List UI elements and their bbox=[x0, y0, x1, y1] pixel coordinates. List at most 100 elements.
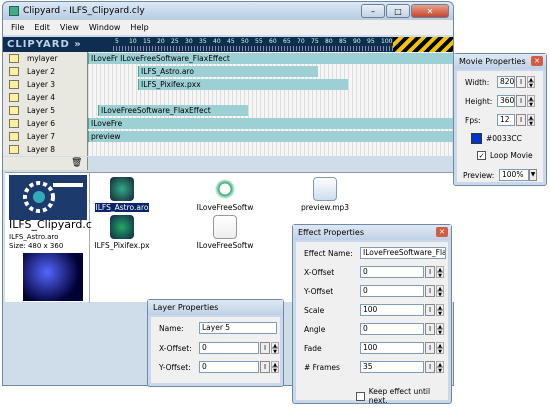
layer-name: Layer 8 bbox=[27, 145, 56, 154]
playhead-stripes bbox=[393, 37, 453, 52]
fps-field[interactable]: 12 bbox=[497, 114, 515, 126]
effect-param-spin-button[interactable]: I bbox=[425, 361, 435, 373]
keep-effect-label: Keep effect until next. bbox=[368, 387, 431, 405]
height-stepper[interactable]: ▲ ▼ bbox=[527, 95, 535, 108]
asset-effect[interactable]: ILoveFreeSoftw bbox=[190, 177, 260, 212]
keep-effect-checkbox[interactable] bbox=[356, 391, 365, 401]
layer-row[interactable]: Layer 8 bbox=[3, 143, 453, 156]
effect-param-field[interactable]: 100 bbox=[360, 342, 424, 354]
asset-pixifex[interactable]: ILFS_Pixifex.px bbox=[87, 215, 157, 250]
astro-icon bbox=[110, 177, 134, 201]
timeline-clip[interactable]: ILoveFreeSoftware_FlaxEffect bbox=[98, 105, 248, 116]
layer-visibility-toggle[interactable] bbox=[9, 67, 19, 76]
fps-label: Fps: bbox=[465, 115, 481, 125]
effect-param-field[interactable]: 0 bbox=[360, 266, 424, 278]
timeline-clip[interactable]: ILoveFre bbox=[88, 118, 453, 129]
layer-visibility-toggle[interactable] bbox=[9, 145, 19, 154]
effect-param-stepper[interactable]: ▲ ▼ bbox=[436, 304, 444, 317]
height-field[interactable]: 360 bbox=[497, 95, 515, 107]
layer-row[interactable]: Layer 7 preview bbox=[3, 130, 453, 143]
layer-track[interactable]: ILFS_Astro.aro bbox=[88, 65, 453, 78]
timeline-clip[interactable]: preview bbox=[88, 131, 453, 142]
layer-track[interactable]: preview bbox=[88, 130, 453, 143]
loop-movie-checkbox[interactable]: ✓ bbox=[477, 151, 486, 160]
timeline-clip[interactable]: ILFS_Astro.aro bbox=[138, 66, 318, 77]
fps-spin-button[interactable]: I bbox=[516, 114, 526, 126]
minimize-button[interactable]: – bbox=[361, 4, 385, 18]
effect-param-spin-button[interactable]: I bbox=[425, 342, 435, 354]
layer-track[interactable] bbox=[88, 91, 453, 104]
layer-row[interactable]: Layer 6 ILoveFre bbox=[3, 117, 453, 130]
layer-name: mylayer bbox=[27, 54, 58, 63]
layer-row[interactable]: Layer 3 ILFS_Pixifex.pxx bbox=[3, 78, 453, 91]
effect-param-spin-button[interactable]: I bbox=[425, 304, 435, 316]
height-spin-button[interactable]: I bbox=[516, 95, 526, 107]
effect-dialog-close[interactable]: ✕ bbox=[436, 227, 448, 237]
movie-dialog-close[interactable]: ✕ bbox=[531, 56, 543, 66]
layer-y-field[interactable]: 0 bbox=[199, 361, 259, 373]
effect-name-field[interactable]: ILoveFreeSoftware_Fla bbox=[360, 247, 446, 259]
asset-document[interactable]: ILoveFreeSoftw bbox=[190, 215, 260, 250]
timeline-clip[interactable]: ILFS_Pixifex.pxx bbox=[138, 79, 348, 90]
clipyard-logo: CLIPYARD » bbox=[7, 39, 82, 50]
fps-stepper[interactable]: ▲ ▼ bbox=[527, 114, 535, 127]
effect-param-stepper[interactable]: ▲ ▼ bbox=[436, 323, 444, 336]
trash-icon[interactable]: 🗑 bbox=[71, 158, 82, 168]
width-field[interactable]: 820 bbox=[497, 76, 515, 88]
layer-row[interactable]: Layer 4 bbox=[3, 91, 453, 104]
close-button[interactable]: ✕ bbox=[411, 4, 449, 18]
layer-name: Layer 2 bbox=[27, 67, 56, 76]
layer-y-spin-button[interactable]: I bbox=[260, 361, 270, 373]
menu-window[interactable]: Window bbox=[89, 23, 121, 32]
audio-icon bbox=[313, 177, 337, 201]
menu-edit[interactable]: Edit bbox=[34, 23, 50, 32]
layer-visibility-toggle[interactable] bbox=[9, 106, 19, 115]
width-spin-button[interactable]: I bbox=[516, 76, 526, 88]
asset-astro[interactable]: ILFS_Astro.aro bbox=[87, 177, 157, 212]
layer-visibility-toggle[interactable] bbox=[9, 80, 19, 89]
layer-track[interactable]: ILoveFre bbox=[88, 117, 453, 130]
menu-file[interactable]: File bbox=[11, 23, 24, 32]
effect-param-field[interactable]: 100 bbox=[360, 304, 424, 316]
effect-param-stepper[interactable]: ▲ ▼ bbox=[436, 285, 444, 298]
color-swatch[interactable] bbox=[471, 133, 482, 144]
effect-param-stepper[interactable]: ▲ ▼ bbox=[436, 342, 444, 355]
layer-properties-dialog: Layer Properties Name: Layer 5 X-Offset: 0… bbox=[147, 299, 284, 387]
menu-help[interactable]: Help bbox=[130, 23, 148, 32]
layer-track[interactable]: ILFS_Pixifex.pxx bbox=[88, 78, 453, 91]
chevron-down-icon[interactable]: ▼ bbox=[529, 169, 537, 181]
effect-param-stepper[interactable]: ▲ ▼ bbox=[436, 361, 444, 374]
asset-audio[interactable]: preview.mp3 bbox=[290, 177, 360, 212]
effect-param-spin-button[interactable]: I bbox=[425, 323, 435, 335]
layer-row[interactable]: Layer 5 ILoveFreeSoftware_FlaxEffect bbox=[3, 104, 453, 117]
effect-param-field[interactable]: 0 bbox=[360, 323, 424, 335]
layer-x-spin-button[interactable]: I bbox=[260, 342, 270, 354]
layer-track[interactable]: ILoveFreeSoftware_FlaxEffect bbox=[88, 104, 453, 117]
layer-name-field[interactable]: Layer 5 bbox=[199, 322, 277, 334]
layer-row[interactable]: Layer 2 ILFS_Astro.aro bbox=[3, 65, 453, 78]
width-stepper[interactable]: ▲ ▼ bbox=[527, 76, 535, 89]
maximize-button[interactable]: □ bbox=[386, 4, 410, 18]
menu-view[interactable]: View bbox=[60, 23, 79, 32]
ruler-tick-label: 30 bbox=[185, 38, 193, 45]
ruler-tick-label: 15 bbox=[143, 38, 151, 45]
effect-param-field[interactable]: 35 bbox=[360, 361, 424, 373]
layer-name: Layer 6 bbox=[27, 119, 56, 128]
layer-x-stepper[interactable]: ▲ ▼ bbox=[271, 342, 279, 355]
effect-param-spin-button[interactable]: I bbox=[425, 285, 435, 297]
timeline-clip[interactable]: ILoveFr ILoveFreeSoftware_FlaxEffect bbox=[88, 53, 453, 64]
layer-visibility-toggle[interactable] bbox=[9, 119, 19, 128]
layer-visibility-toggle[interactable] bbox=[9, 93, 19, 102]
effect-param-field[interactable]: 0 bbox=[360, 285, 424, 297]
layer-y-stepper[interactable]: ▲ ▼ bbox=[271, 361, 279, 374]
layer-track[interactable] bbox=[88, 143, 453, 156]
layer-row[interactable]: mylayer ILoveFr ILoveFreeSoftware_FlaxEff… bbox=[3, 52, 453, 65]
layer-visibility-toggle[interactable] bbox=[9, 132, 19, 141]
effect-param-stepper[interactable]: ▲ ▼ bbox=[436, 266, 444, 279]
preview-zoom-select[interactable]: 100% bbox=[499, 169, 529, 181]
window-title: Clipyard - ILFS_Clipyard.cly bbox=[23, 6, 145, 16]
layer-x-field[interactable]: 0 bbox=[199, 342, 259, 354]
layer-track[interactable]: ILoveFr ILoveFreeSoftware_FlaxEffect bbox=[88, 52, 453, 65]
layer-visibility-toggle[interactable] bbox=[9, 54, 19, 63]
effect-param-spin-button[interactable]: I bbox=[425, 266, 435, 278]
